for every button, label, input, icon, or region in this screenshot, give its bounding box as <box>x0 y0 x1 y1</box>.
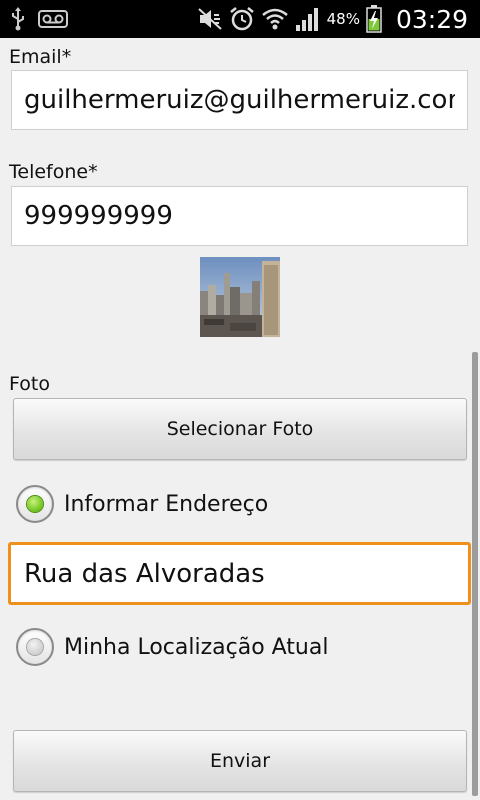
phone-label: Telefone* <box>9 161 98 183</box>
email-input[interactable] <box>12 71 467 129</box>
address-field[interactable] <box>8 542 471 605</box>
location-radio[interactable] <box>16 628 54 666</box>
radio-unselected-indicator <box>27 639 43 655</box>
address-input[interactable] <box>11 545 468 602</box>
submit-button[interactable]: Enviar <box>13 730 467 792</box>
email-field[interactable] <box>11 70 468 130</box>
alarm-icon <box>229 6 255 32</box>
mute-icon <box>197 7 223 31</box>
location-radio-label: Minha Localização Atual <box>64 634 329 660</box>
radio-selected-indicator <box>27 496 43 512</box>
address-radio[interactable] <box>16 485 54 523</box>
battery-charging-icon <box>366 5 382 33</box>
signal-icon <box>295 6 319 32</box>
scrollbar[interactable] <box>472 352 478 796</box>
voicemail-icon <box>38 10 68 28</box>
select-photo-button[interactable]: Selecionar Foto <box>13 398 467 460</box>
photo-label: Foto <box>9 373 50 395</box>
address-radio-option[interactable]: Informar Endereço <box>16 482 268 526</box>
battery-percent: 48% <box>326 10 360 28</box>
email-label: Email* <box>9 46 72 68</box>
status-bar: 48% 03:29 <box>0 0 480 38</box>
location-radio-option[interactable]: Minha Localização Atual <box>16 625 328 669</box>
address-radio-label: Informar Endereço <box>64 491 269 517</box>
phone-field[interactable] <box>11 186 468 246</box>
usb-icon <box>10 7 26 31</box>
photo-thumbnail <box>200 257 280 337</box>
phone-input[interactable] <box>12 187 467 245</box>
wifi-icon <box>261 6 289 32</box>
clock: 03:29 <box>395 4 468 34</box>
